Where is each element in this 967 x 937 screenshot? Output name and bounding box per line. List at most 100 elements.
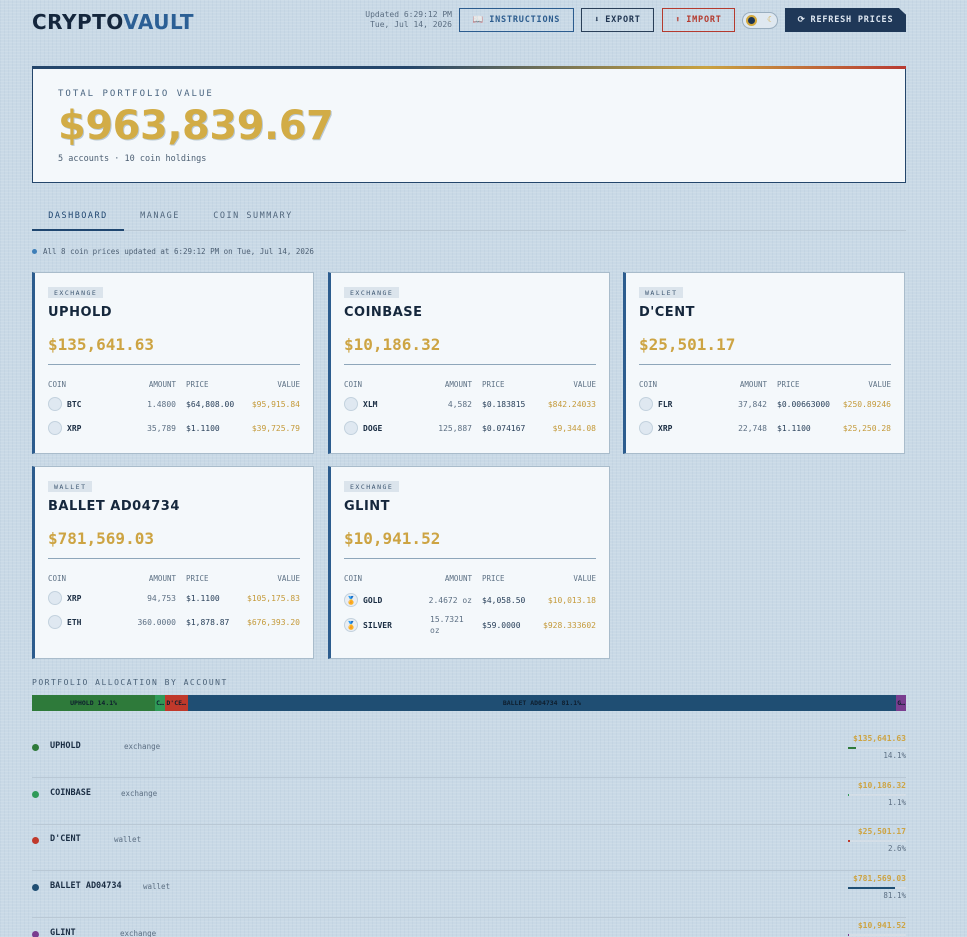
account-type-badge: EXCHANGE: [344, 481, 400, 492]
account-name: GLINT: [344, 499, 391, 514]
allocation-color-dot: [32, 744, 39, 751]
divider: [344, 364, 596, 365]
holding-row[interactable]: ETH 360.0000 $1,878.87 $676,393.20: [48, 613, 300, 631]
allocation-bar: UPHOLD 14.1% C… D'CE… BALLET AD04734 81.1% G…: [32, 695, 906, 711]
holding-row[interactable]: XLM 4,582 $0.183815 $842.24033: [344, 395, 596, 413]
header-price: PRICE: [777, 379, 800, 389]
holding-amount: 125,887: [438, 423, 472, 433]
account-value: $781,569.03: [48, 529, 154, 548]
coin-symbol: ETH: [67, 617, 82, 627]
allocation-progress-track: [848, 887, 906, 889]
header-value: VALUE: [573, 379, 596, 389]
allocation-segment: UPHOLD 14.1%: [32, 695, 156, 711]
tab-manage[interactable]: MANAGE: [132, 211, 188, 231]
holding-price: $0.074167: [482, 423, 526, 433]
holding-row[interactable]: XRP 35,789 $1.1100 $39,725.79: [48, 419, 300, 437]
last-updated: Updated 6:29:12 PM Tue, Jul 14, 2026: [350, 10, 452, 30]
allocation-percent: 2.6%: [887, 844, 906, 853]
account-name: BALLET AD04734: [48, 499, 180, 514]
allocation-progress-track: [848, 934, 906, 936]
tab-coin-summary[interactable]: COIN SUMMARY: [207, 211, 299, 231]
last-updated-date: Tue, Jul 14, 2026: [370, 20, 452, 29]
account-type-badge: WALLET: [48, 481, 93, 492]
portfolio-counts: 5 accounts · 10 coin holdings: [58, 154, 207, 164]
header-value: VALUE: [573, 573, 596, 583]
account-card[interactable]: WALLET D'CENT $25,501.17 COIN AMOUNT PRICE…: [623, 272, 905, 454]
holding-price: $59.0000: [482, 620, 521, 630]
allocation-row[interactable]: D'CENT wallet $25,501.17 2.6%: [32, 825, 906, 871]
holding-value: $928.333602: [543, 620, 596, 630]
allocation-row[interactable]: BALLET AD04734 wallet $781,569.03 81.1%: [32, 872, 906, 918]
coin-symbol: GOLD: [363, 595, 383, 605]
divider: [344, 558, 596, 559]
import-button[interactable]: ⬆ IMPORT: [662, 8, 735, 32]
holding-value: $676,393.20: [247, 617, 300, 627]
holding-amount: 1.4800: [147, 399, 176, 409]
allocation-value: $10,186.32: [857, 781, 906, 790]
allocation-account-name: COINBASE: [50, 788, 91, 798]
holding-row[interactable]: DOGE 125,887 $0.074167 $9,344.08: [344, 419, 596, 437]
allocation-row[interactable]: UPHOLD exchange $135,641.63 14.1%: [32, 732, 906, 778]
header-price: PRICE: [186, 573, 209, 583]
holding-value: $250.89246: [842, 399, 891, 409]
allocation-color-dot: [32, 837, 39, 844]
coin-symbol: SILVER: [363, 620, 392, 630]
header-coin: COIN: [344, 379, 363, 389]
account-value: $10,186.32: [344, 335, 441, 354]
allocation-progress-track: [848, 794, 906, 796]
holding-price: $1,878.87: [186, 617, 230, 627]
holding-row[interactable]: 🏅 GOLD 2.4672 oz $4,058.50 $10,013.18: [344, 591, 596, 609]
holdings-header: COIN AMOUNT PRICE VALUE: [48, 573, 300, 583]
header-amount: AMOUNT: [444, 573, 472, 583]
coin-symbol: XRP: [67, 423, 82, 433]
holding-price: $1.1100: [777, 423, 811, 433]
account-name: COINBASE: [344, 305, 423, 320]
allocation-segment: C…: [155, 695, 165, 711]
account-card[interactable]: EXCHANGE GLINT $10,941.52 COIN AMOUNT PRIC…: [328, 466, 610, 659]
logo-part-crypto: CRYPTO: [32, 10, 124, 34]
holding-price: $1.1100: [186, 593, 220, 603]
holdings-header: COIN AMOUNT PRICE VALUE: [639, 379, 891, 389]
holding-row[interactable]: XRP 22,748 $1.1100 $25,250.28: [639, 419, 891, 437]
import-label: IMPORT: [686, 15, 722, 25]
allocation-account-name: D'CENT: [50, 834, 81, 844]
theme-toggle[interactable]: ☾: [742, 12, 778, 29]
allocation-account-type: wallet: [143, 882, 171, 891]
allocation-value: $781,569.03: [853, 874, 906, 883]
upload-icon: ⬆: [675, 15, 682, 25]
allocation-account-name: GLINT: [50, 928, 76, 937]
holding-row[interactable]: 🏅 SILVER 15.7321 oz $59.0000 $928.333602: [344, 612, 596, 638]
tab-dashboard[interactable]: DASHBOARD: [32, 211, 124, 231]
allocation-progress-fill: [848, 840, 850, 842]
allocation-row[interactable]: COINBASE exchange $10,186.32 1.1%: [32, 779, 906, 825]
account-card[interactable]: WALLET BALLET AD04734 $781,569.03 COIN AMO…: [32, 466, 314, 659]
holding-row[interactable]: BTC 1.4800 $64,808.00 $95,915.84: [48, 395, 300, 413]
allocation-value: $25,501.17: [857, 827, 906, 836]
coin-icon: [344, 421, 358, 435]
coin-icon: [639, 397, 653, 411]
allocation-segment: BALLET AD04734 81.1%: [187, 695, 897, 711]
account-card[interactable]: EXCHANGE COINBASE $10,186.32 COIN AMOUNT P…: [328, 272, 610, 454]
holding-price: $4,058.50: [482, 595, 526, 605]
account-name: UPHOLD: [48, 305, 113, 320]
allocation-account-type: wallet: [114, 835, 142, 844]
refresh-icon: ⟳: [797, 15, 806, 25]
account-card[interactable]: EXCHANGE UPHOLD $135,641.63 COIN AMOUNT PR…: [32, 272, 314, 454]
coin-icon: [48, 591, 62, 605]
account-type-badge: EXCHANGE: [344, 287, 400, 298]
header-value: VALUE: [868, 379, 891, 389]
allocation-percent: 1.1%: [887, 798, 906, 807]
logo-part-vault: VAULT: [123, 10, 195, 34]
export-button[interactable]: ⬇ EXPORT: [581, 8, 654, 32]
refresh-prices-button[interactable]: ⟳ REFRESH PRICES: [785, 8, 906, 32]
allocation-progress-fill: [848, 794, 849, 796]
moon-icon: ☾: [767, 15, 772, 24]
holding-row[interactable]: XRP 94,753 $1.1100 $105,175.83: [48, 589, 300, 607]
allocation-account-type: exchange: [124, 742, 161, 751]
instructions-button[interactable]: 📖 INSTRUCTIONS: [459, 8, 574, 32]
holding-row[interactable]: FLR 37,842 $0.00663000 $250.89246: [639, 395, 891, 413]
divider: [48, 364, 300, 365]
holding-price: $0.183815: [482, 399, 526, 409]
allocation-percent: 81.1%: [883, 891, 906, 900]
allocation-row[interactable]: GLINT exchange $10,941.52 1.1%: [32, 919, 906, 937]
